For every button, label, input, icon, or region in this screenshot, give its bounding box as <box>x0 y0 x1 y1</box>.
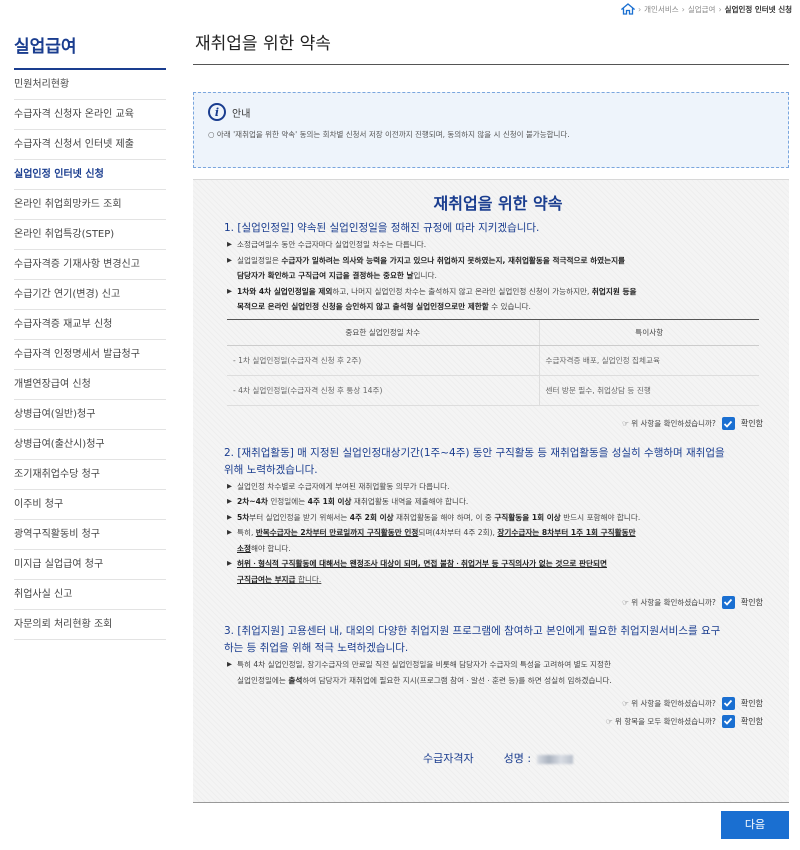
sidebar-item[interactable]: 자문의뢰 처리현황 조회 <box>14 610 166 640</box>
section-1-heading: 1. [실업인정일] 약속된 실업인정일을 정해진 규정에 따라 지키겠습니다. <box>224 222 540 234</box>
sidebar-item[interactable]: 수급자격 신청자 온라인 교육 <box>14 100 166 130</box>
bullet: 허위ㆍ형식적 구직활동에 대해서는 왠정조사 대상이 되며, 면접 불참ㆍ취업거… <box>227 556 769 572</box>
confirm-question: ☞ 위 사항을 확인하셨습니까? <box>622 419 716 428</box>
bullet: 특히, 반복수급자는 2차부터 만료일까지 구직활동만 인정되며(4차부터 4주… <box>227 525 769 541</box>
sidebar-item[interactable]: 민원처리현황 <box>14 70 166 100</box>
table-row: - 1차 실업인정일(수급자격 신청 후 2주) 수급자격증 배포, 실업인정 … <box>227 345 759 376</box>
sidebar-item[interactable]: 상병급여(출산시)청구 <box>14 430 166 460</box>
bullet: 1차와 4차 실업인정일을 제외하고, 나머지 실업인정 차수는 출석하지 않고… <box>227 284 769 300</box>
confirm-checkbox-1[interactable] <box>721 417 735 430</box>
next-button[interactable]: 다음 <box>721 811 789 839</box>
info-icon: i <box>208 103 226 121</box>
confirm-row-all: ☞ 위 항목을 모두 확인하셨습니까? 확인함 <box>227 712 769 730</box>
chevron-right-icon: › <box>718 4 722 14</box>
table-cell: - 4차 실업인정일(수급자격 신청 후 통상 14주) <box>227 375 539 406</box>
bullet-continued: 소정해야 합니다. <box>237 543 291 553</box>
signature-name: 성명 : <box>504 750 574 766</box>
checkmark-icon <box>724 717 733 725</box>
signature-role: 수급자격자 <box>422 752 474 765</box>
main-content: 재취업을 위한 약속 i 안내 ○ 아래 '재취업을 위한 약속' 동의는 회차… <box>193 26 789 803</box>
confirm-question: ☞ 위 사항을 확인하셨습니까? <box>622 698 716 708</box>
sidebar-item-active[interactable]: 실업인정 인터넷 신청 <box>14 160 166 190</box>
sidebar-item[interactable]: 광역구직활동비 청구 <box>14 520 166 550</box>
confirm-all-checkbox[interactable] <box>721 714 735 728</box>
breadcrumb-item[interactable]: 실업급여 <box>688 4 716 15</box>
sidebar-title: 실업급여 <box>14 26 166 70</box>
signature-row: 수급자격자 성명 : <box>227 750 769 766</box>
bullet-continued: 구직급여는 부지급 합니다. <box>237 574 322 584</box>
table-row: - 4차 실업인정일(수급자격 신청 후 통상 14주) 센터 방문 필수, 취… <box>227 375 759 406</box>
section-2-heading: 2. [재취업활동] 매 지정된 실업인정대상기간(1주~4주) 동안 구직활동… <box>224 446 725 476</box>
bullet: 특히 4차 실업인정일, 장기수급자의 만료일 직전 실업인정일을 비롯해 담당… <box>227 657 769 673</box>
table-header: 특이사항 <box>538 318 759 346</box>
sidebar-item[interactable]: 수급자격증 재교부 신청 <box>14 310 166 340</box>
page-title: 재취업을 위한 약속 <box>193 26 789 65</box>
sidebar: 실업급여 민원처리현황 수급자격 신청자 온라인 교육 수급자격 신청서 인터넷… <box>14 26 166 640</box>
chevron-right-icon: › <box>681 4 685 14</box>
confirm-row-1: ☞ 위 사항을 확인하셨습니까? 확인함 <box>227 415 769 433</box>
confirm-label[interactable]: 확인함 <box>741 597 763 608</box>
sidebar-item[interactable]: 미지급 실업급여 청구 <box>14 550 166 580</box>
sidebar-item[interactable]: 온라인 취업특강(STEP) <box>14 220 166 250</box>
bullet: 소정급여일수 동안 수급자마다 실업인정일 차수는 다릅니다. <box>227 237 769 253</box>
sidebar-item[interactable]: 취업사실 신고 <box>14 580 166 610</box>
notice-box: i 안내 ○ 아래 '재취업을 위한 약속' 동의는 회차별 신청서 저장 이전… <box>193 92 789 168</box>
sidebar-item[interactable]: 수급기간 연기(변경) 신고 <box>14 280 166 310</box>
sidebar-item[interactable]: 수급자격증 기재사항 변경신고 <box>14 250 166 280</box>
notice-label: 안내 <box>232 108 251 120</box>
blurred-name <box>537 754 574 764</box>
confirm-label[interactable]: 확인함 <box>741 716 763 727</box>
sidebar-item[interactable]: 개별연장급여 신청 <box>14 370 166 400</box>
home-icon[interactable] <box>620 3 636 15</box>
table-cell: - 1차 실업인정일(수급자격 신청 후 2주) <box>227 345 539 376</box>
confirm-row-3: ☞ 위 사항을 확인하셨습니까? 확인함 <box>227 694 769 712</box>
confirm-checkbox-3[interactable] <box>721 696 735 710</box>
chevron-right-icon: › <box>637 4 642 14</box>
bullet-continued: 실업인정일에는 출석하여 담당자가 재취업에 필요한 지시(프로그램 참여ㆍ알선… <box>237 675 612 685</box>
pledge-title: 재취업을 위한 약속 <box>433 194 563 213</box>
section-3-heading: 3. [취업지원] 고용센터 내, 대외의 다양한 취업지원 프로그램에 참여하… <box>224 625 721 654</box>
bullet-continued: 담당자가 확인하고 구직급여 지급을 결정하는 중요한 날입니다. <box>237 271 437 280</box>
important-dates-table: 중요한 실업인정일 차수 특이사항 - 1차 실업인정일(수급자격 신청 후 2… <box>227 318 759 406</box>
confirm-checkbox-2[interactable] <box>721 595 735 609</box>
checkmark-icon <box>724 598 733 606</box>
breadcrumb-item[interactable]: 개인서비스 <box>644 4 679 15</box>
sidebar-item[interactable]: 온라인 취업희망카드 조회 <box>14 190 166 220</box>
checkmark-icon <box>724 699 733 707</box>
table-cell: 센터 방문 필수, 취업상담 등 진행 <box>538 375 759 406</box>
confirm-label[interactable]: 확인함 <box>741 418 763 429</box>
sidebar-item[interactable]: 이주비 청구 <box>14 490 166 520</box>
bullet: 5차부터 실업인정을 받기 위해서는 4주 2회 이상 재취업활동을 해야 하며… <box>227 510 769 526</box>
confirm-question: ☞ 위 사항을 확인하셨습니까? <box>622 597 716 607</box>
pledge-panel: 재취업을 위한 약속 1. [실업인정일] 약속된 실업인정일을 정해진 규정에… <box>193 179 789 803</box>
confirm-row-2: ☞ 위 사항을 확인하셨습니까? 확인함 <box>227 593 769 611</box>
bullet: 실업인정 차수별로 수급자에게 부여된 재취업활동 의무가 다릅니다. <box>227 479 769 495</box>
confirm-label[interactable]: 확인함 <box>741 698 763 709</box>
table-cell: 수급자격증 배포, 실업인정 집체교육 <box>538 345 759 376</box>
breadcrumb-current: 실업인정 인터넷 신청 <box>724 4 792 14</box>
notice-text: ○ 아래 '재취업을 위한 약속' 동의는 회차별 신청서 저장 이전까지 진행… <box>208 130 570 139</box>
sidebar-item[interactable]: 상병급여(일반)청구 <box>14 400 166 430</box>
sidebar-item[interactable]: 조기재취업수당 청구 <box>14 460 166 490</box>
bullet: 2차~4차 인정일에는 4주 1회 이상 재취업활동 내역을 제출해야 합니다. <box>227 494 769 510</box>
sidebar-item[interactable]: 수급자격 신청서 인터넷 제출 <box>14 130 166 160</box>
bullet-continued: 목적으로 온라인 실업인정 신청을 승인하지 않고 출석형 실업인정으로만 제한… <box>237 302 531 311</box>
checkmark-icon <box>724 420 733 428</box>
sidebar-item[interactable]: 수급자격 인정명세서 발급청구 <box>14 340 166 370</box>
bullet: 실업일정일은 수급자가 일하려는 의사와 능력을 가지고 있으나 취업하지 못하… <box>227 253 769 269</box>
confirm-all-question: ☞ 위 항목을 모두 확인하셨습니까? <box>605 716 716 726</box>
table-header: 중요한 실업인정일 차수 <box>227 318 539 346</box>
breadcrumb: › 개인서비스 › 실업급여 › 실업인정 인터넷 신청 <box>620 3 792 15</box>
